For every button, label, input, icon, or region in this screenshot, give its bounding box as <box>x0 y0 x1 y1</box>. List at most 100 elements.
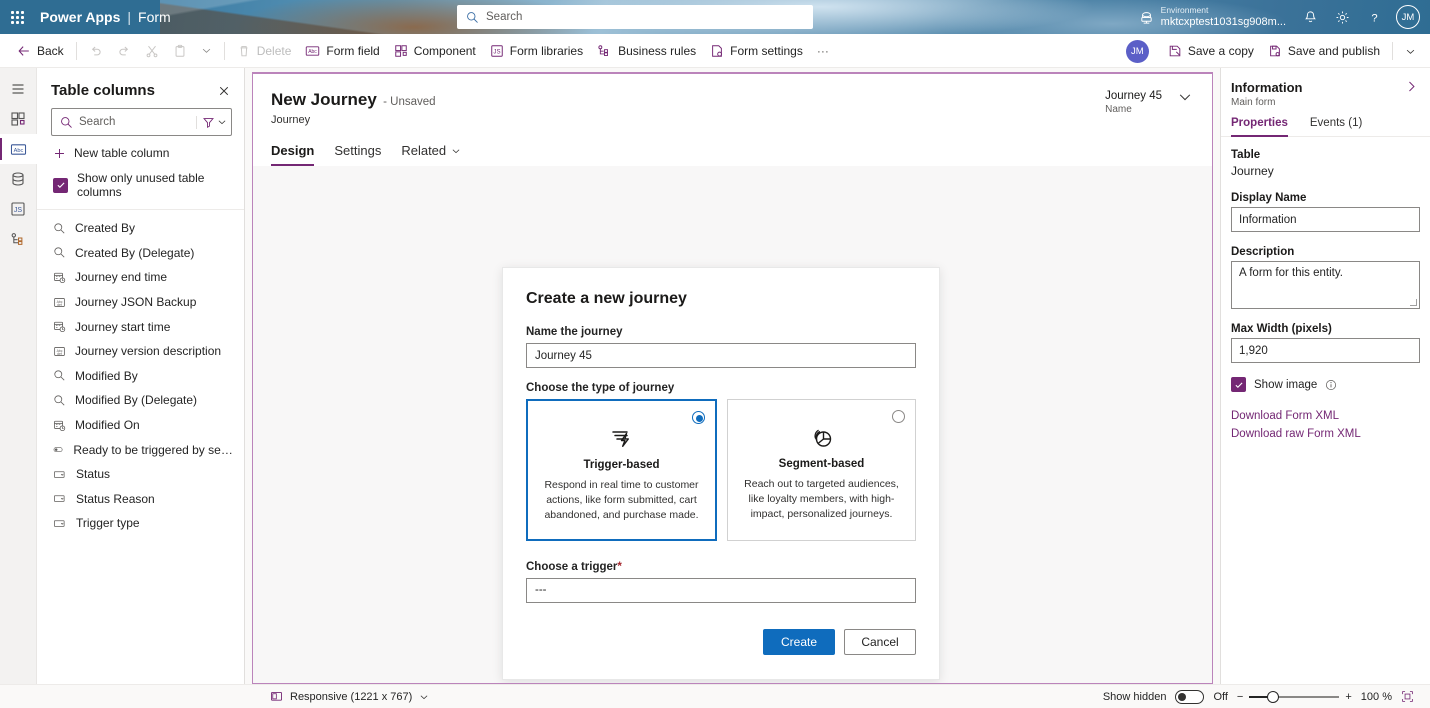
tab-settings[interactable]: Settings <box>334 143 381 166</box>
table-column-label: Status <box>76 467 111 482</box>
user-avatar[interactable]: JM <box>1396 5 1420 29</box>
table-column-row[interactable]: Journey start time <box>37 314 244 339</box>
segment-based-radio[interactable] <box>892 410 905 423</box>
journey-type-label: Choose the type of journey <box>526 382 675 394</box>
fit-to-screen-button[interactable] <box>1401 690 1414 703</box>
record-expand-button[interactable] <box>1178 90 1192 104</box>
rail-item-business-rules[interactable] <box>0 224 37 254</box>
close-panel-button[interactable] <box>216 83 232 99</box>
rail-item-data-source[interactable] <box>0 164 37 194</box>
choose-trigger-value: --- <box>535 584 547 597</box>
zoom-slider[interactable] <box>1249 690 1340 703</box>
table-column-row[interactable]: Journey end time <box>37 265 244 290</box>
form-libraries-button[interactable]: JS Form libraries <box>483 37 590 65</box>
rail-item-table-columns[interactable]: Abc <box>0 134 37 164</box>
zoom-slider-thumb[interactable] <box>1267 690 1280 703</box>
table-column-row[interactable]: Status Reason <box>37 487 244 512</box>
overflow-dots: ··· <box>816 43 829 58</box>
name-journey-label: Name the journey <box>526 326 623 338</box>
zoom-value: 100 % <box>1360 690 1392 703</box>
command-overflow-button[interactable]: ··· <box>810 37 836 65</box>
display-name-input[interactable]: Information <box>1231 207 1420 232</box>
choose-trigger-input[interactable]: --- <box>526 577 916 603</box>
question-icon: ? <box>1371 12 1377 24</box>
arrow-left-icon <box>18 45 29 56</box>
global-search-placeholder: Search <box>486 11 523 23</box>
global-search-box[interactable]: Search <box>457 5 813 29</box>
plus-icon <box>55 148 64 158</box>
download-form-xml-link[interactable]: Download Form XML <box>1231 408 1420 426</box>
rail-item-components[interactable] <box>0 104 37 134</box>
back-button[interactable]: Back <box>10 37 71 65</box>
journey-type-card-trigger-based[interactable]: Trigger-based Respond in real time to cu… <box>526 399 717 541</box>
command-user-avatar[interactable]: JM <box>1125 39 1149 63</box>
notifications-button[interactable] <box>1294 0 1326 34</box>
new-table-column-label: New table column <box>74 146 170 160</box>
brand-area[interactable]: Power Apps | Form <box>34 9 171 25</box>
svg-text:def: def <box>57 302 62 306</box>
rail-item-hamburger-menu[interactable] <box>0 74 37 104</box>
download-raw-form-xml-link[interactable]: Download raw Form XML <box>1231 426 1420 444</box>
table-column-row[interactable]: Created By <box>37 216 244 241</box>
undo-button[interactable] <box>82 37 110 65</box>
rail-item-form-libraries[interactable]: JS <box>0 194 37 224</box>
save-a-copy-label: Save a copy <box>1187 44 1254 58</box>
tab-related[interactable]: Related <box>401 143 461 166</box>
save-and-publish-button[interactable]: Save and publish <box>1261 37 1387 65</box>
component-button[interactable]: Component <box>387 37 483 65</box>
table-column-label: Journey version description <box>75 344 222 359</box>
lookup-icon <box>54 395 65 406</box>
hamburger-menu-icon <box>12 84 24 94</box>
max-width-input[interactable]: 1,920 <box>1231 338 1420 363</box>
table-column-row[interactable]: Modified By (Delegate) <box>37 388 244 413</box>
table-column-row[interactable]: Modified On <box>37 413 244 438</box>
zoom-out-button[interactable]: − <box>1237 691 1243 703</box>
expand-panel-button[interactable] <box>1403 80 1420 93</box>
clipboard-more-button[interactable] <box>194 37 219 65</box>
create-button[interactable]: Create <box>763 628 835 655</box>
filter-button[interactable] <box>196 115 227 129</box>
show-only-unused-checkbox[interactable]: Show only unused table columns <box>37 169 244 210</box>
form-canvas-wrapper: New Journey - Unsaved Journey Journey 45… <box>245 68 1220 684</box>
cut-button[interactable] <box>138 37 166 65</box>
help-button[interactable]: ? <box>1358 0 1390 34</box>
tab-properties[interactable]: Properties <box>1231 117 1288 137</box>
save-options-chevron[interactable] <box>1398 37 1422 65</box>
save-a-copy-button[interactable]: Save a copy <box>1161 37 1261 65</box>
tab-events[interactable]: Events (1) <box>1310 117 1362 136</box>
show-image-checkbox[interactable]: Show image <box>1231 377 1420 392</box>
table-column-label: Created By (Delegate) <box>75 245 195 260</box>
table-column-label: Modified By (Delegate) <box>75 393 198 408</box>
business-rules-button[interactable]: Business rules <box>590 37 703 65</box>
cancel-button[interactable]: Cancel <box>844 628 916 655</box>
table-column-row[interactable]: Abc def Journey version description <box>37 339 244 364</box>
properties-panel-subtitle: Main form <box>1231 97 1276 108</box>
app-launcher-icon[interactable] <box>0 0 34 34</box>
name-journey-input[interactable]: Journey 45 <box>526 343 916 368</box>
show-hidden-toggle[interactable] <box>1175 689 1205 704</box>
form-settings-button[interactable]: Form settings <box>703 37 810 65</box>
trigger-based-radio[interactable] <box>692 411 705 424</box>
responsive-selector[interactable]: Responsive (1221 x 767) <box>0 690 429 703</box>
new-table-column-button[interactable]: New table column <box>37 136 244 169</box>
table-column-row[interactable]: Modified By <box>37 364 244 389</box>
table-column-row[interactable]: Abc def Journey JSON Backup <box>37 290 244 315</box>
paste-button[interactable] <box>166 37 194 65</box>
form-field-button[interactable]: Abc Form field <box>298 37 386 65</box>
table-column-row[interactable]: Ready to be triggered by segment r... <box>37 437 244 462</box>
journey-type-card-segment-based[interactable]: Segment-based Reach out to targeted audi… <box>727 399 916 541</box>
table-columns-search-input[interactable]: Search <box>51 108 232 136</box>
redo-button[interactable] <box>110 37 138 65</box>
table-column-row[interactable]: Created By (Delegate) <box>37 241 244 266</box>
tab-design[interactable]: Design <box>271 143 315 166</box>
settings-button[interactable] <box>1326 0 1358 34</box>
description-textarea[interactable]: A form for this entity. <box>1231 261 1420 309</box>
zoom-in-button[interactable]: + <box>1345 691 1351 703</box>
table-column-row[interactable]: Status <box>37 462 244 487</box>
info-icon[interactable] <box>1325 379 1337 391</box>
table-column-row[interactable]: Trigger type <box>37 511 244 536</box>
environment-label: Environment <box>1160 4 1209 15</box>
delete-button[interactable]: Delete <box>230 37 299 65</box>
redo-icon <box>119 46 128 55</box>
environment-selector[interactable]: Environment mktcxptest1031sg908m... <box>1131 0 1294 34</box>
